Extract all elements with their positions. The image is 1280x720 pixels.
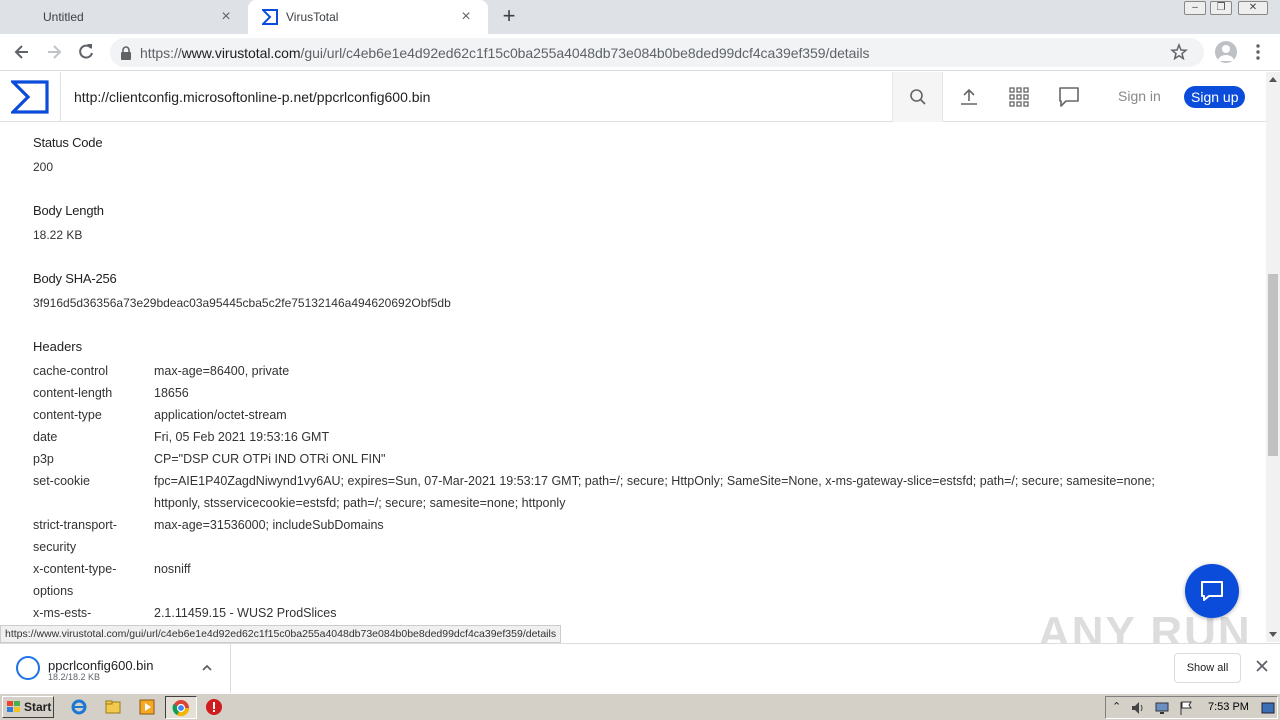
sign-in-link[interactable]: Sign in — [1118, 88, 1161, 104]
scroll-down-arrow-icon[interactable] — [1269, 632, 1277, 637]
tab-virustotal[interactable]: VirusTotal × — [248, 0, 488, 34]
header-value: max-age=86400, private — [154, 364, 290, 378]
tab-title: Untitled — [43, 10, 84, 24]
browser-toolbar: https://www.virustotal.com/gui/url/c4eb6… — [0, 34, 1280, 71]
vt-header: http://clientconfig.microsoftonline-p.ne… — [0, 72, 1266, 122]
download-item[interactable]: ppcrlconfig600.bin 18.2/18.2 KB — [0, 644, 231, 693]
header-value: 18656 — [154, 386, 189, 400]
action-center-flag-icon[interactable] — [1178, 700, 1194, 716]
chrome-icon — [172, 700, 190, 717]
taskbar-clock: 7:53 PM — [1208, 701, 1249, 713]
window-close-button[interactable]: ✕ — [1238, 1, 1268, 15]
upload-icon[interactable] — [958, 86, 980, 108]
field-label: Status Code — [33, 135, 103, 150]
speaker-icon[interactable] — [1130, 700, 1146, 716]
bookmark-star-icon[interactable] — [1170, 43, 1188, 61]
body-sha256-field: Body SHA-256 3f916d5d36356a73e29bdeac03a… — [33, 271, 451, 310]
body-length-field: Body Length 18.22 KB — [33, 203, 104, 242]
header-key: content-length — [33, 386, 113, 400]
header-value: application/octet-stream — [154, 408, 287, 422]
windows-taskbar: Start ⌃ 7:53 PM — [0, 693, 1280, 720]
address-bar[interactable]: https://www.virustotal.com/gui/url/c4eb6… — [110, 38, 1204, 67]
scroll-up-arrow-icon[interactable] — [1269, 77, 1277, 82]
reload-icon[interactable] — [76, 42, 96, 62]
system-tray: ⌃ 7:53 PM — [1105, 696, 1278, 719]
field-label: Body Length — [33, 203, 104, 218]
details-content: Status Code 200 Body Length 18.22 KB Bod… — [0, 123, 1266, 642]
header-value: max-age=31536000; includeSubDomains — [154, 518, 384, 532]
header-value: Fri, 05 Feb 2021 19:53:16 GMT — [154, 430, 330, 444]
header-key: x-ms-ests- — [33, 606, 92, 620]
tab-untitled[interactable]: Untitled × — [8, 0, 248, 34]
header-key: content-type — [33, 408, 102, 422]
field-value: 18.22 KB — [33, 228, 83, 242]
search-icon — [909, 89, 926, 105]
show-all-button[interactable]: Show all — [1174, 653, 1241, 683]
file-icon — [16, 656, 40, 680]
headers-title: Headers — [33, 339, 83, 354]
taskbar-chrome-active[interactable] — [165, 696, 197, 719]
internet-explorer-icon[interactable] — [70, 698, 88, 716]
stop-sign-icon[interactable] — [205, 698, 223, 716]
download-filename: ppcrlconfig600.bin — [48, 658, 154, 673]
virustotal-favicon-icon — [262, 9, 278, 25]
field-value: 3f916d5d36356a73e29bdeac03a95445cba5c2fe… — [33, 296, 451, 310]
back-arrow-icon[interactable] — [12, 42, 32, 62]
start-label: Start — [24, 700, 52, 714]
header-key: p3p — [33, 452, 54, 466]
show-desktop-icon[interactable] — [1261, 701, 1275, 715]
apps-grid-icon[interactable] — [1008, 86, 1030, 108]
header-key: cache-control — [33, 364, 109, 378]
sign-up-button[interactable]: Sign up — [1184, 86, 1246, 108]
scroll-thumb[interactable] — [1268, 274, 1278, 456]
field-label: Body SHA-256 — [33, 271, 117, 286]
start-button[interactable]: Start — [2, 696, 54, 718]
chat-bubble-icon[interactable] — [1058, 86, 1080, 108]
person-icon — [1218, 45, 1234, 61]
restore-button[interactable]: ❐ — [1210, 1, 1232, 15]
tab-close-icon[interactable]: × — [218, 9, 234, 25]
header-key: strict-transport-security — [33, 518, 118, 554]
lock-icon — [121, 45, 131, 60]
browser-menu-icon[interactable] — [1253, 43, 1263, 61]
header-key: date — [33, 430, 58, 444]
header-value: fpc=AIE1P40ZagdNiwynd1vy6AU; expires=Sun… — [154, 474, 1155, 510]
tab-title: VirusTotal — [286, 10, 339, 24]
download-shelf: ppcrlconfig600.bin 18.2/18.2 KB Show all — [0, 643, 1280, 693]
header-value: nosniff — [154, 562, 191, 576]
file-explorer-icon[interactable] — [104, 698, 122, 716]
media-player-icon[interactable] — [138, 698, 156, 716]
page-scrollbar[interactable] — [1266, 72, 1280, 642]
minimize-button[interactable]: – — [1184, 1, 1206, 15]
chat-icon — [1201, 581, 1223, 601]
chat-widget-button[interactable] — [1185, 564, 1239, 618]
vt-logo[interactable] — [0, 72, 61, 122]
tab-close-icon[interactable]: × — [458, 9, 474, 25]
network-icon[interactable] — [1154, 700, 1170, 716]
show-hidden-icons-icon[interactable]: ⌃ — [1112, 700, 1121, 713]
status-code-field: Status Code 200 — [33, 135, 103, 174]
download-size: 18.2/18.2 KB — [48, 672, 101, 682]
forward-arrow-icon[interactable] — [44, 42, 64, 62]
tab-strip: Untitled × VirusTotal × + – ❐ ✕ — [0, 0, 1280, 34]
close-icon[interactable] — [1255, 659, 1269, 673]
vt-search-input[interactable]: http://clientconfig.microsoftonline-p.ne… — [62, 72, 892, 122]
chevron-up-icon[interactable] — [200, 661, 214, 675]
field-value: 200 — [33, 160, 54, 174]
profile-avatar[interactable] — [1215, 41, 1237, 63]
virustotal-logo-icon — [11, 80, 49, 114]
address-url: https://www.virustotal.com/gui/url/c4eb6… — [140, 44, 870, 61]
header-key: x-content-type-options — [33, 562, 117, 598]
header-value: CP="DSP CUR OTPi IND OTRi ONL FIN" — [154, 452, 386, 466]
new-tab-button[interactable]: + — [498, 5, 520, 28]
vt-search-button[interactable] — [892, 72, 943, 122]
windows-logo-icon — [7, 701, 20, 712]
header-key: set-cookie — [33, 474, 90, 488]
status-bar-url: https://www.virustotal.com/gui/url/c4eb6… — [0, 625, 562, 643]
